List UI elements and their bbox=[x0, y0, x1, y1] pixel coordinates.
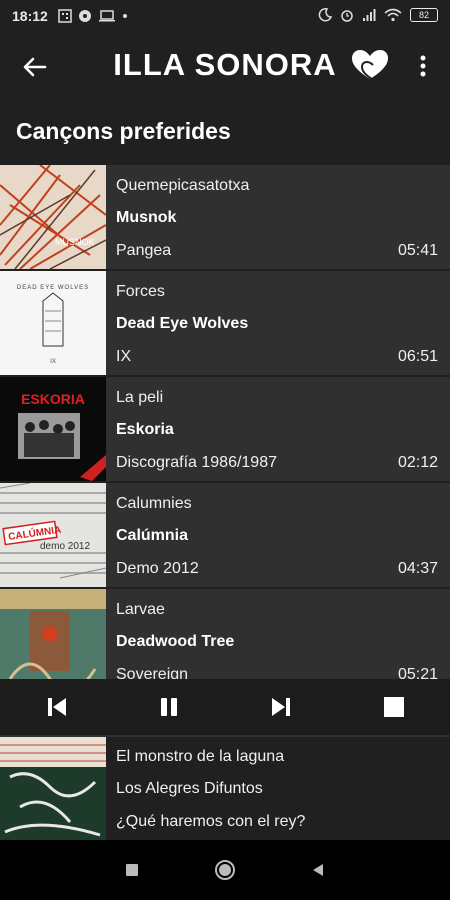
song-title: Calumnies bbox=[116, 495, 192, 512]
now-playing-album: ¿Qué haremos con el rey? bbox=[116, 813, 306, 830]
skip-next-icon[interactable] bbox=[267, 693, 295, 721]
album-cover: MUSNOK bbox=[0, 165, 106, 269]
song-artist: Musnok bbox=[116, 209, 177, 226]
more-vert-icon[interactable] bbox=[413, 52, 433, 80]
song-duration: 04:37 bbox=[397, 560, 438, 577]
song-album: Discografía 1986/1987 bbox=[116, 454, 277, 471]
list-item[interactable]: DEAD EYE WOLVES IX Forces Dead Eye Wolve… bbox=[0, 269, 450, 375]
home-icon[interactable] bbox=[213, 858, 237, 882]
system-nav-bar bbox=[0, 840, 450, 900]
hearts-icon[interactable] bbox=[350, 48, 390, 84]
song-artist: Deadwood Tree bbox=[116, 633, 235, 650]
list-item[interactable]: CALÚMNIA demo 2012 Calumnies Calúmnia De… bbox=[0, 481, 450, 587]
player-controls bbox=[0, 679, 450, 737]
now-playing-title: El monstro de la laguna bbox=[116, 748, 285, 765]
status-bar: 18:12 82 bbox=[0, 0, 450, 34]
now-playing[interactable]: El monstro de la laguna Los Alegres Difu… bbox=[0, 737, 450, 840]
moon-icon bbox=[318, 8, 332, 22]
song-duration: 06:51 bbox=[397, 348, 438, 365]
song-artist: Dead Eye Wolves bbox=[116, 315, 249, 332]
section-title: Cançons preferides bbox=[16, 118, 231, 144]
svg-text:IX: IX bbox=[50, 359, 56, 365]
song-album: IX bbox=[116, 348, 132, 365]
song-artist: Eskoria bbox=[116, 421, 174, 438]
wifi-icon bbox=[384, 8, 402, 22]
song-artist: Calúmnia bbox=[116, 527, 189, 544]
stop-icon[interactable] bbox=[380, 693, 408, 721]
song-duration: 02:12 bbox=[397, 454, 438, 471]
back-nav-icon[interactable] bbox=[308, 860, 328, 880]
svg-text:demo 2012: demo 2012 bbox=[40, 541, 90, 552]
song-title: Forces bbox=[116, 283, 165, 300]
skip-previous-icon[interactable] bbox=[43, 693, 71, 721]
list-item[interactable]: ESKORIA La peli Eskoria Discografía 1986… bbox=[0, 375, 450, 481]
app-bar: ILLA SONORA bbox=[0, 34, 450, 98]
song-album: Demo 2012 bbox=[116, 560, 199, 577]
alarm-icon bbox=[341, 10, 353, 22]
album-cover: CALÚMNIA demo 2012 bbox=[0, 483, 106, 587]
svg-text:MUSNOK: MUSNOK bbox=[55, 237, 95, 247]
dot-icon bbox=[123, 14, 127, 18]
pause-icon[interactable] bbox=[155, 693, 183, 721]
svg-text:ESKORIA: ESKORIA bbox=[21, 391, 85, 407]
signal-icon bbox=[363, 9, 376, 21]
album-cover bbox=[0, 589, 106, 679]
status-time: 18:12 bbox=[12, 8, 48, 24]
song-album: Pangea bbox=[116, 242, 172, 259]
status-left-icons bbox=[58, 9, 128, 23]
song-album: Sovereign bbox=[116, 666, 189, 679]
qr-icon bbox=[58, 9, 72, 23]
song-duration: 05:41 bbox=[397, 242, 438, 259]
favorites-list[interactable]: MUSNOK Quemepicasatotxa Musnok Pangea 05… bbox=[0, 163, 450, 679]
battery-indicator: 82 bbox=[410, 8, 438, 22]
song-title: La peli bbox=[116, 389, 164, 406]
list-item[interactable]: Larvae Deadwood Tree Sovereign 05:21 bbox=[0, 587, 450, 679]
now-playing-artist: Los Alegres Difuntos bbox=[116, 780, 263, 797]
list-item[interactable]: MUSNOK Quemepicasatotxa Musnok Pangea 05… bbox=[0, 163, 450, 269]
album-cover: DEAD EYE WOLVES IX bbox=[0, 271, 106, 375]
recents-icon[interactable] bbox=[122, 860, 142, 880]
song-duration: 05:21 bbox=[397, 666, 438, 679]
svg-text:DEAD EYE WOLVES: DEAD EYE WOLVES bbox=[17, 285, 89, 291]
laptop-icon bbox=[99, 10, 115, 22]
status-right-icons: 82 bbox=[318, 8, 438, 22]
song-title: Quemepicasatotxa bbox=[116, 177, 250, 194]
song-title: Larvae bbox=[116, 601, 165, 618]
album-cover: ESKORIA bbox=[0, 377, 106, 481]
chat-icon bbox=[79, 10, 91, 22]
album-cover bbox=[0, 737, 106, 840]
